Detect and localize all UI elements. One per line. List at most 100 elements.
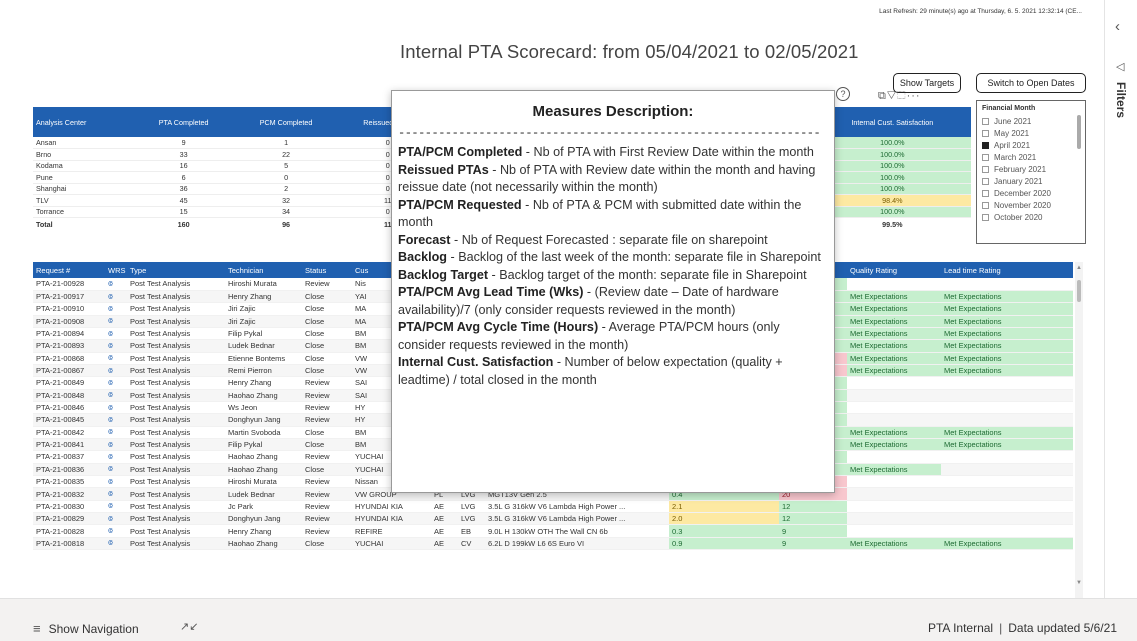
- link-icon[interactable]: ⟃: [108, 366, 113, 375]
- wrs-cell[interactable]: ⟃: [105, 278, 127, 291]
- detail-table-scrollbar[interactable]: ▲ ▼: [1075, 262, 1083, 598]
- checkbox[interactable]: [982, 177, 989, 185]
- slicer-item[interactable]: April 2021: [982, 139, 1080, 151]
- wrs-cell[interactable]: ⟃: [105, 413, 127, 427]
- table-row[interactable]: PTA-21-00829 ⟃ Post Test Analysis Donghyun …: [33, 512, 1073, 526]
- wrs-cell[interactable]: ⟃: [105, 463, 127, 477]
- wrs-cell[interactable]: ⟃: [105, 327, 127, 341]
- link-icon[interactable]: ⟃: [108, 415, 113, 424]
- link-icon[interactable]: ⟃: [108, 353, 113, 362]
- checkbox[interactable]: [982, 141, 989, 149]
- switch-to-open-dates-button[interactable]: Switch to Open Dates: [976, 73, 1086, 93]
- checkbox[interactable]: [982, 153, 989, 161]
- wrs-cell[interactable]: ⟃: [105, 389, 127, 402]
- scroll-up-icon[interactable]: ▲: [1076, 265, 1082, 271]
- slicer-item[interactable]: February 2021: [982, 163, 1080, 175]
- scroll-down-icon[interactable]: ▼: [1076, 580, 1082, 586]
- slicer-item[interactable]: December 2020: [982, 187, 1080, 199]
- detail-column-header[interactable]: Status: [302, 262, 352, 278]
- link-icon[interactable]: ⟃: [108, 452, 113, 461]
- financial-month-slicer[interactable]: Financial Month June 2021 May 2021 April 2…: [976, 100, 1086, 244]
- checkbox[interactable]: [982, 213, 989, 221]
- wrs-cell[interactable]: ⟃: [105, 438, 127, 452]
- wrs-cell[interactable]: ⟃: [105, 524, 127, 538]
- link-icon[interactable]: ⟃: [108, 378, 113, 387]
- summary-cell-pcm: 5: [233, 160, 339, 172]
- cell-type: Post Test Analysis: [127, 438, 225, 452]
- summary-column-header[interactable]: Analysis Center: [33, 107, 134, 137]
- wrs-cell[interactable]: ⟃: [105, 401, 127, 415]
- wrs-cell[interactable]: ⟃: [105, 302, 127, 316]
- detail-column-header[interactable]: Technician: [225, 262, 302, 278]
- detail-column-header[interactable]: Lead time Rating: [941, 262, 1073, 278]
- more-options-icon[interactable]: ···: [907, 90, 921, 102]
- link-icon[interactable]: ⟃: [108, 329, 113, 338]
- link-icon[interactable]: ⟃: [108, 341, 113, 350]
- wrs-cell[interactable]: ⟃: [105, 537, 127, 551]
- link-icon[interactable]: ⟃: [108, 526, 113, 535]
- wrs-cell[interactable]: ⟃: [105, 315, 127, 328]
- link-icon[interactable]: ⟃: [108, 514, 113, 523]
- slicer-item[interactable]: March 2021: [982, 151, 1080, 163]
- detail-column-header[interactable]: Request #: [33, 262, 105, 278]
- slicer-scrollbar[interactable]: [1077, 115, 1081, 149]
- link-icon[interactable]: ⟃: [108, 279, 113, 288]
- wrs-cell[interactable]: ⟃: [105, 339, 127, 353]
- link-icon[interactable]: ⟃: [108, 390, 113, 399]
- wrs-cell[interactable]: ⟃: [105, 426, 127, 439]
- summary-cell-pcm: 32: [233, 194, 339, 207]
- table-row[interactable]: PTA-21-00818 ⟃ Post Test Analysis Haohao Zh…: [33, 537, 1073, 551]
- link-icon[interactable]: ⟃: [108, 477, 113, 486]
- link-icon[interactable]: ⟃: [108, 464, 113, 473]
- checkbox[interactable]: [982, 189, 989, 197]
- link-icon[interactable]: ⟃: [108, 538, 113, 547]
- cell-status: Review: [302, 413, 352, 427]
- wrs-cell[interactable]: ⟃: [105, 487, 127, 501]
- checkbox[interactable]: [982, 165, 989, 173]
- summary-column-header[interactable]: Internal Cust. Satisfaction: [813, 107, 971, 137]
- link-icon[interactable]: ⟃: [108, 292, 113, 301]
- link-icon[interactable]: ⟃: [108, 440, 113, 449]
- detail-column-header[interactable]: WRS: [105, 262, 127, 278]
- summary-column-header[interactable]: PTA Completed: [133, 107, 234, 137]
- link-icon[interactable]: ⟃: [108, 427, 113, 436]
- wrs-cell[interactable]: ⟃: [105, 290, 127, 304]
- link-icon[interactable]: ⟃: [108, 403, 113, 412]
- slicer-item[interactable]: November 2020: [982, 199, 1080, 211]
- copy-icon[interactable]: ⧉: [878, 90, 887, 102]
- wrs-cell[interactable]: ⟃: [105, 475, 127, 489]
- wrs-cell[interactable]: ⟃: [105, 512, 127, 526]
- link-icon[interactable]: ⟃: [108, 304, 113, 313]
- wrs-cell[interactable]: ⟃: [105, 450, 127, 464]
- detail-column-header[interactable]: Type: [127, 262, 225, 278]
- detail-column-header[interactable]: Quality Rating: [847, 262, 941, 278]
- filter-icon[interactable]: ▽: [887, 90, 897, 102]
- slicer-item[interactable]: October 2020: [982, 211, 1080, 223]
- slicer-item[interactable]: January 2021: [982, 175, 1080, 187]
- expand-icon[interactable]: ↗↙: [180, 620, 198, 633]
- checkbox[interactable]: [982, 129, 989, 137]
- slicer-item[interactable]: June 2021: [982, 115, 1080, 127]
- checkbox[interactable]: [982, 201, 989, 209]
- checkbox[interactable]: [982, 117, 989, 125]
- chevron-left-icon[interactable]: ‹: [1115, 18, 1120, 35]
- filters-label[interactable]: Filters: [1114, 82, 1128, 118]
- wrs-cell[interactable]: ⟃: [105, 376, 127, 390]
- table-row[interactable]: PTA-21-00830 ⟃ Post Test Analysis Jc Park Re…: [33, 500, 1073, 514]
- table-row[interactable]: PTA-21-00828 ⟃ Post Test Analysis Henry Zha…: [33, 524, 1073, 538]
- link-icon[interactable]: ⟃: [108, 501, 113, 510]
- show-navigation-button[interactable]: ≡ Show Navigation: [33, 621, 139, 636]
- link-icon[interactable]: ⟃: [108, 489, 113, 498]
- wrs-cell[interactable]: ⟃: [105, 352, 127, 365]
- summary-column-header[interactable]: PCM Completed: [233, 107, 339, 137]
- link-icon[interactable]: ⟃: [108, 316, 113, 325]
- visual-header-icons[interactable]: ⧉▽⬚···: [878, 90, 921, 103]
- wrs-cell[interactable]: ⟃: [105, 364, 127, 378]
- focus-mode-icon[interactable]: ⬚: [897, 90, 906, 102]
- cell-type: Post Test Analysis: [127, 401, 225, 415]
- help-icon[interactable]: ?: [836, 87, 850, 101]
- wrs-cell[interactable]: ⟃: [105, 500, 127, 514]
- scrollbar-thumb[interactable]: [1077, 280, 1081, 302]
- filters-pane-collapsed[interactable]: ‹ ◁ Filters: [1104, 0, 1137, 598]
- slicer-item[interactable]: May 2021: [982, 127, 1080, 139]
